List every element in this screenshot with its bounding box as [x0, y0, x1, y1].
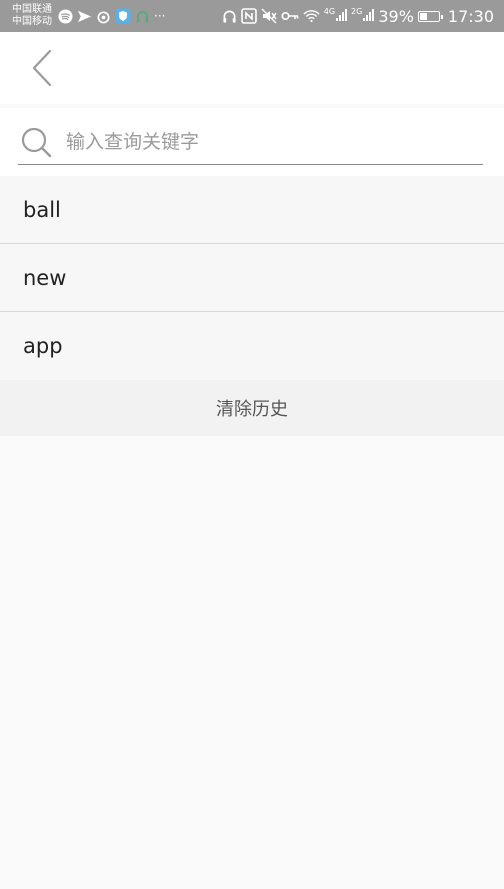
wifi-icon [303, 10, 320, 23]
search-area [0, 108, 504, 176]
headphone-icon [223, 10, 236, 23]
battery-percent: 39% [378, 6, 414, 26]
clear-history-label: 清除历史 [216, 399, 288, 420]
headset-app-icon [136, 10, 149, 22]
nfc-icon [240, 8, 257, 24]
more-notifications-icon: ··· [154, 9, 166, 23]
clear-history-button[interactable]: 清除历史 [0, 380, 504, 436]
carrier-1: 中国联通 [12, 4, 52, 15]
carrier-names: 中国联通 中国移动 [12, 4, 52, 28]
spotify-icon [58, 8, 73, 24]
key-icon [281, 11, 299, 21]
history-item-label: ball [23, 197, 61, 222]
history-item-label: new [23, 265, 67, 290]
signal-2-icon: 2G [351, 7, 375, 25]
network-type-2: 2G [351, 7, 363, 16]
mute-icon [261, 8, 277, 24]
send-icon [77, 10, 92, 22]
notification-icons: ··· [58, 8, 165, 24]
network-type-1: 4G [323, 7, 336, 16]
history-item-label: app [23, 334, 63, 358]
history-item-app[interactable]: app [0, 312, 504, 380]
search-box[interactable] [18, 120, 483, 165]
history-item-ball[interactable]: ball [0, 176, 504, 244]
search-icon [21, 127, 52, 158]
chevron-left-icon [32, 49, 52, 87]
system-icons: 4G 2G 39% 17:30 [222, 7, 494, 26]
back-button[interactable] [24, 48, 60, 88]
search-history-list: ball new app [0, 176, 504, 380]
clock: 17:30 [447, 6, 494, 26]
history-item-new[interactable]: new [0, 244, 504, 312]
weibo-icon [97, 10, 110, 23]
battery-icon [417, 10, 443, 22]
app-header [0, 32, 504, 104]
status-bar: 中国联通 中国移动 ··· 4G 2G 39% 17:30 [0, 0, 504, 32]
carrier-2: 中国移动 [12, 16, 52, 27]
signal-1-icon: 4G [323, 7, 348, 25]
search-input[interactable] [64, 130, 483, 154]
shield-app-icon [115, 8, 131, 24]
